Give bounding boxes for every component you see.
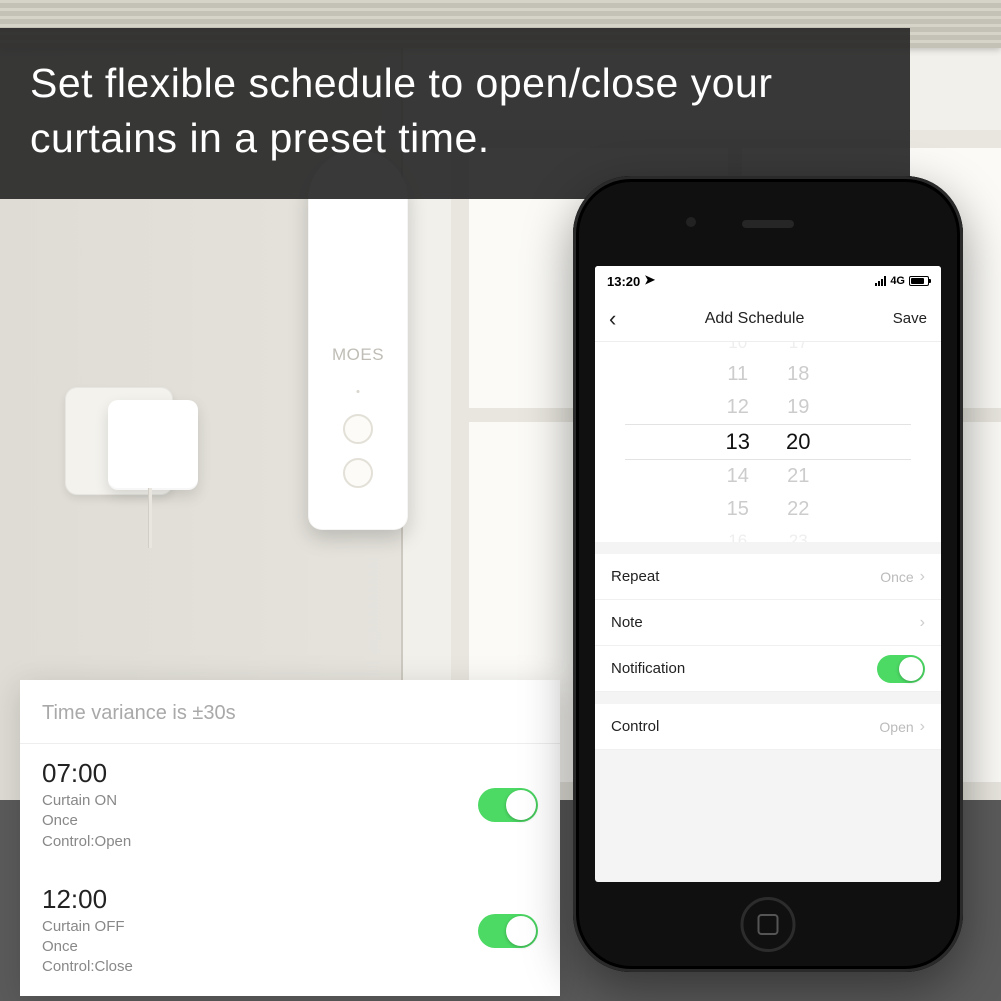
device-up-button[interactable] bbox=[343, 414, 373, 444]
status-bar: 13:20 ➤ 4G bbox=[595, 266, 941, 296]
schedule-control: Control:Open bbox=[42, 832, 478, 852]
schedule-item[interactable]: 07:00 Curtain ON Once Control:Open bbox=[20, 744, 560, 870]
phone-speaker bbox=[742, 220, 794, 228]
schedule-name: Curtain OFF bbox=[42, 917, 478, 937]
schedule-toggle[interactable] bbox=[478, 788, 538, 822]
device-down-button[interactable] bbox=[343, 458, 373, 488]
curtain-motor-device: MOES bbox=[308, 150, 408, 530]
section-gap bbox=[595, 692, 941, 704]
schedule-repeat: Once bbox=[42, 811, 478, 831]
row-label: Note bbox=[611, 614, 643, 631]
device-brand-label: MOES bbox=[332, 345, 384, 365]
picker-value: 11 bbox=[727, 363, 748, 386]
picker-value: 14 bbox=[727, 465, 749, 488]
chevron-right-icon: › bbox=[920, 718, 925, 736]
schedule-name: Curtain ON bbox=[42, 791, 478, 811]
save-button[interactable]: Save bbox=[893, 310, 927, 327]
picker-value: 22 bbox=[787, 498, 809, 521]
status-time: 13:20 bbox=[607, 274, 640, 289]
back-button[interactable]: ‹ bbox=[609, 306, 616, 332]
hour-column[interactable]: 10 11 12 13 14 15 16 bbox=[726, 342, 750, 542]
power-cable bbox=[148, 488, 152, 548]
phone-camera bbox=[686, 217, 696, 227]
schedule-item[interactable]: 12:00 Curtain OFF Once Control:Close bbox=[20, 870, 560, 996]
picker-value: 17 bbox=[789, 342, 808, 353]
page-title: Add Schedule bbox=[705, 310, 805, 328]
schedule-control: Control:Close bbox=[42, 957, 478, 977]
time-picker[interactable]: 10 11 12 13 14 15 16 17 18 19 20 21 22 2… bbox=[595, 342, 941, 542]
chevron-right-icon: › bbox=[920, 568, 925, 586]
settings-list: Control Open › bbox=[595, 704, 941, 750]
control-row[interactable]: Control Open › bbox=[595, 704, 941, 750]
phone-screen: 13:20 ➤ 4G ‹ Add Schedule Save 10 11 12 … bbox=[595, 266, 941, 882]
picker-value: 12 bbox=[727, 396, 749, 419]
picker-value: 16 bbox=[728, 531, 747, 542]
nav-bar: ‹ Add Schedule Save bbox=[595, 296, 941, 342]
row-label: Control bbox=[611, 718, 659, 735]
picker-value: 23 bbox=[789, 531, 808, 542]
picker-value: 10 bbox=[728, 342, 747, 353]
repeat-row[interactable]: Repeat Once › bbox=[595, 554, 941, 600]
schedule-item-info: 12:00 Curtain OFF Once Control:Close bbox=[42, 884, 478, 978]
network-label: 4G bbox=[890, 275, 905, 287]
picker-value: 19 bbox=[787, 396, 809, 419]
settings-list: Repeat Once › Note › Notification bbox=[595, 554, 941, 692]
headline-banner: Set flexible schedule to open/close your… bbox=[0, 28, 910, 199]
schedule-toggle[interactable] bbox=[478, 914, 538, 948]
schedule-time: 12:00 bbox=[42, 884, 478, 915]
battery-icon bbox=[909, 276, 929, 286]
schedule-repeat: Once bbox=[42, 937, 478, 957]
schedule-time: 07:00 bbox=[42, 758, 478, 789]
row-label: Repeat bbox=[611, 568, 659, 585]
row-value: Open bbox=[879, 719, 913, 735]
row-value: Once bbox=[880, 569, 913, 585]
row-label: Notification bbox=[611, 660, 685, 677]
picker-value: 18 bbox=[787, 363, 809, 386]
picker-value: 21 bbox=[787, 465, 809, 488]
phone-home-button[interactable] bbox=[741, 897, 796, 952]
schedule-header: Time variance is ±30s bbox=[20, 680, 560, 744]
schedule-list-card: Time variance is ±30s 07:00 Curtain ON O… bbox=[20, 680, 560, 996]
minute-column[interactable]: 17 18 19 20 21 22 23 bbox=[786, 342, 810, 542]
section-gap bbox=[595, 542, 941, 554]
signal-icon bbox=[875, 276, 886, 286]
chevron-right-icon: › bbox=[920, 614, 925, 632]
schedule-item-info: 07:00 Curtain ON Once Control:Open bbox=[42, 758, 478, 852]
note-row[interactable]: Note › bbox=[595, 600, 941, 646]
device-buttons-group bbox=[308, 414, 408, 502]
picker-value: 15 bbox=[727, 498, 749, 521]
picker-value-selected: 20 bbox=[786, 429, 810, 455]
notification-row: Notification bbox=[595, 646, 941, 692]
phone-frame: 13:20 ➤ 4G ‹ Add Schedule Save 10 11 12 … bbox=[573, 176, 963, 972]
notification-toggle[interactable] bbox=[877, 655, 925, 683]
picker-value-selected: 13 bbox=[726, 429, 750, 455]
power-adapter bbox=[108, 400, 198, 490]
location-icon: ➤ bbox=[644, 272, 655, 288]
